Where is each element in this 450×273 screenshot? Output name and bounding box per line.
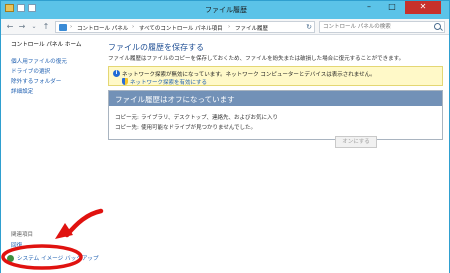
window: ファイル履歴 – □ ✕ ← → ⌄ ↑ › コントロール パネル › すべての…	[0, 0, 450, 273]
annotation-arrow	[1, 208, 104, 270]
